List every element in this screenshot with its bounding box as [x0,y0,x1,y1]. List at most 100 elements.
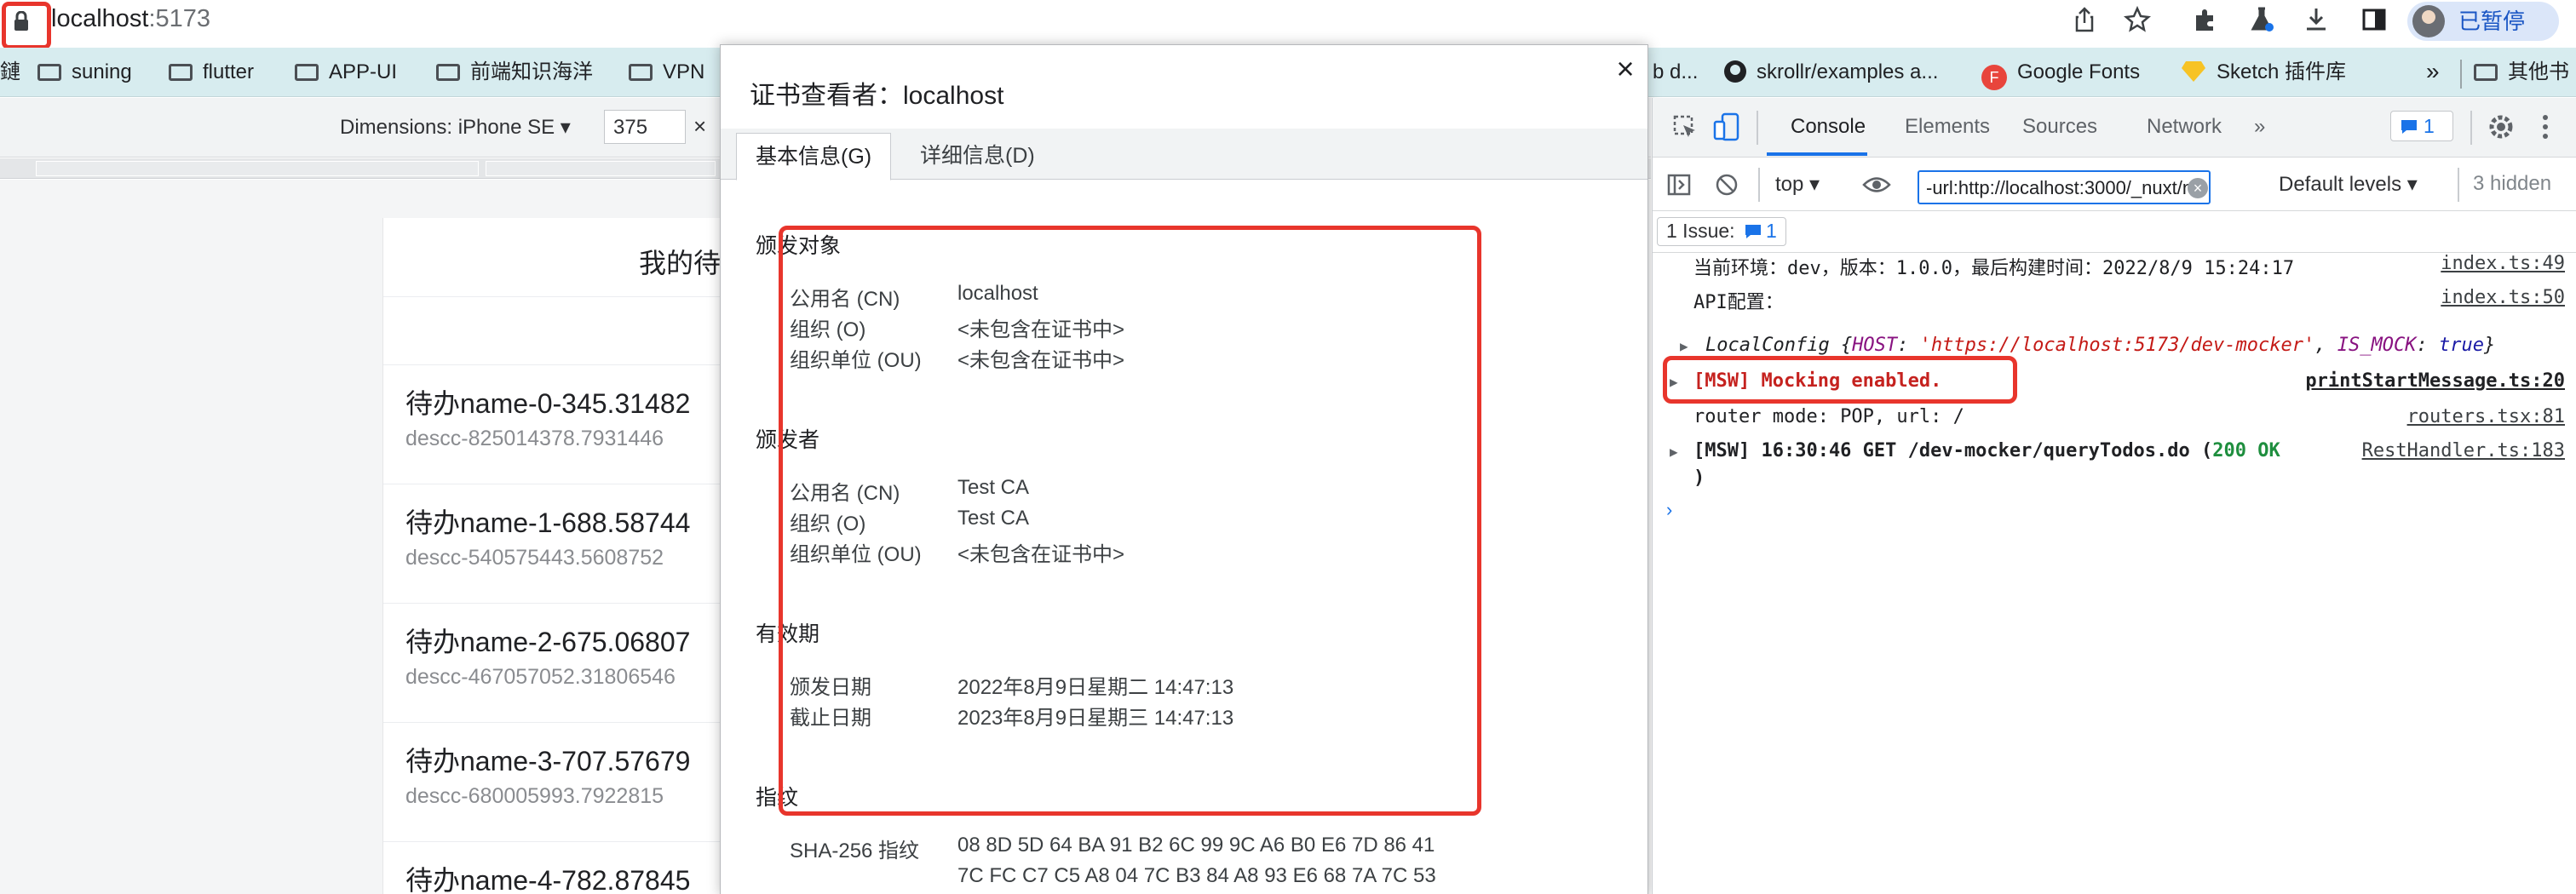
todo-desc: descc-540575443.5608752 [405,546,664,570]
extensions-icon[interactable] [2191,5,2220,34]
console-message: API配置： index.ts:50 [1693,287,2565,313]
console-message[interactable]: ▶ [MSW] 16:30:46 GET /dev-mocker/queryTo… [1653,435,2576,500]
list-item[interactable]: 待办name-1-688.58744 descc-540575443.56087… [405,506,690,572]
source-link[interactable]: RestHandler.ts:183 [2362,440,2565,461]
folder-icon [169,64,193,81]
eye-icon[interactable] [1862,174,1891,196]
device-toggle-icon[interactable] [1712,112,1741,142]
ruler-segment[interactable] [36,161,479,176]
tab-elements[interactable]: Elements [1905,115,1990,139]
console-prompt[interactable]: › [1666,499,1672,521]
issues-row: 1 Issue: 1 [1653,212,2576,253]
fingerprint-line-1: 08 8D 5D 64 BA 91 B2 6C 99 9C A6 B0 E6 7… [957,834,1435,857]
log-levels-select[interactable]: Default levels ▾ [2279,172,2418,197]
settings-gear-icon[interactable] [2487,113,2515,140]
page-title: 我的待 [639,248,722,278]
dimensions-select[interactable]: Dimensions: iPhone SE ▾ [340,115,571,140]
todo-name: 待办name-2-675.06807 [405,627,691,657]
source-link[interactable]: routers.tsx:81 [2407,406,2565,427]
share-icon[interactable] [2070,5,2099,34]
flask-icon[interactable] [2247,5,2276,34]
source-link[interactable]: printStartMessage.ts:20 [2305,370,2565,392]
tab-details[interactable]: 详细信息(D) [901,133,1054,181]
more-tabs-icon[interactable]: » [2254,115,2265,139]
avatar [2412,5,2445,37]
message-icon [1745,225,1761,238]
sketch-icon [2182,61,2205,82]
address-bar: localhost:5173 已暂停 [0,0,2576,49]
list-item[interactable]: 待办name-3-707.57679 descc-680005993.79228… [405,744,690,811]
divider [1758,168,1760,202]
console-message: router mode: POP, url: / routers.tsx:81 [1693,406,2565,427]
devtools-panel: Console Elements Sources Network » 1 top… [1652,98,2576,894]
bookmarks-overflow-chevron[interactable]: » [2426,58,2440,85]
todo-name: 待办name-3-707.57679 [405,746,691,777]
fingerprint-line-2: 7C FC C7 C5 A8 04 7C B3 84 A8 93 E6 68 7… [957,864,1436,887]
bookmark-bd[interactable]: b d... [1653,58,1698,87]
tab-general[interactable]: 基本信息(G) [736,133,892,181]
clear-filter-icon[interactable]: × [2188,178,2208,198]
issues-button[interactable]: 1 Issue: 1 [1657,217,1786,246]
folder-icon [2474,64,2498,81]
side-panel-icon[interactable] [2360,5,2389,34]
todo-desc: descc-467057052.31806546 [405,665,676,689]
list-item[interactable]: 待办name-2-675.06807 descc-467057052.31806… [405,625,690,691]
todo-desc: descc-825014378.7931446 [405,427,664,450]
github-icon [1724,60,1746,83]
tab-sources[interactable]: Sources [2022,115,2097,139]
bookmark-sketch[interactable]: Sketch 插件库 [2181,58,2346,87]
source-link[interactable]: index.ts:50 [2441,287,2565,308]
list-item[interactable]: 待办name-0-345.31482 descc-825014378.79314… [405,387,690,453]
bookmark-vpn[interactable]: VPN [629,58,704,87]
field-label: SHA-256 指纹 [790,840,920,862]
issues-badge[interactable]: 1 [2390,111,2453,141]
active-tab-indicator [1767,152,1867,156]
console-filter-input[interactable]: -url:http://localhost:3000/_nuxt/nc [1918,170,2211,204]
certificate-dialog: 证书查看者：localhost × 基本信息(G) 详细信息(D) 颁发对象 公… [720,44,1648,894]
folder-icon [37,64,61,81]
expand-triangle-icon[interactable]: ▶ [1680,338,1688,354]
source-link[interactable]: index.ts:49 [2441,253,2565,274]
kebab-menu-icon[interactable] [2539,112,2552,142]
todo-name: 待办name-1-688.58744 [405,507,691,538]
close-icon[interactable]: × [1608,52,1642,86]
list-item[interactable]: 待办name-4-782.87845 [405,863,690,894]
profile-label: 已暂停 [2458,9,2526,34]
context-select[interactable]: top ▾ [1775,172,1820,197]
bookmark-app-ui[interactable]: APP-UI [295,58,397,87]
bookmark-others[interactable]: 其他书 [2474,58,2569,87]
bookmark-skrollr[interactable]: skrollr/examples a... [1722,58,1938,87]
tab-console[interactable]: Console [1791,115,1866,139]
width-input[interactable]: 375 [604,110,686,144]
divider [2458,168,2459,202]
bookmark-fragment[interactable]: 鏈 [0,58,20,87]
google-fonts-icon: F [1981,65,2007,90]
download-icon[interactable] [2302,5,2331,34]
divider [1757,111,1758,145]
bookmark-suning[interactable]: suning [37,58,132,87]
clear-console-icon[interactable] [1714,172,1739,198]
todo-desc: descc-680005993.7922815 [405,784,664,808]
bookmark-google-fonts[interactable]: F Google Fonts [1981,58,2140,90]
url-text[interactable]: localhost:5173 [51,3,210,34]
lock-icon[interactable] [14,11,29,32]
todo-name: 待办name-4-782.87845 [405,865,691,894]
bookmark-knowledge[interactable]: 前端知识海洋 [436,58,593,87]
folder-icon [295,64,319,81]
bookmark-star-icon[interactable] [2123,5,2152,34]
sidebar-toggle-icon[interactable] [1666,172,1692,198]
ruler-segment[interactable] [486,161,716,176]
dimension-separator: × [693,113,707,139]
devtools-tabbar: Console Elements Sources Network » 1 [1653,98,2576,158]
message-icon [2401,120,2417,134]
folder-icon [436,64,460,81]
expand-triangle-icon[interactable]: ▶ [1670,444,1678,460]
bookmark-flutter[interactable]: flutter [169,58,254,87]
tab-network[interactable]: Network [2147,115,2222,139]
inspect-element-icon[interactable] [1671,113,1699,140]
highlight-annotation [1663,356,2017,404]
hidden-count: 3 hidden [2473,172,2552,195]
dialog-title: 证书查看者：localhost [750,82,1004,110]
profile-button[interactable]: 已暂停 [2407,2,2559,41]
todo-name: 待办name-0-345.31482 [405,388,691,419]
